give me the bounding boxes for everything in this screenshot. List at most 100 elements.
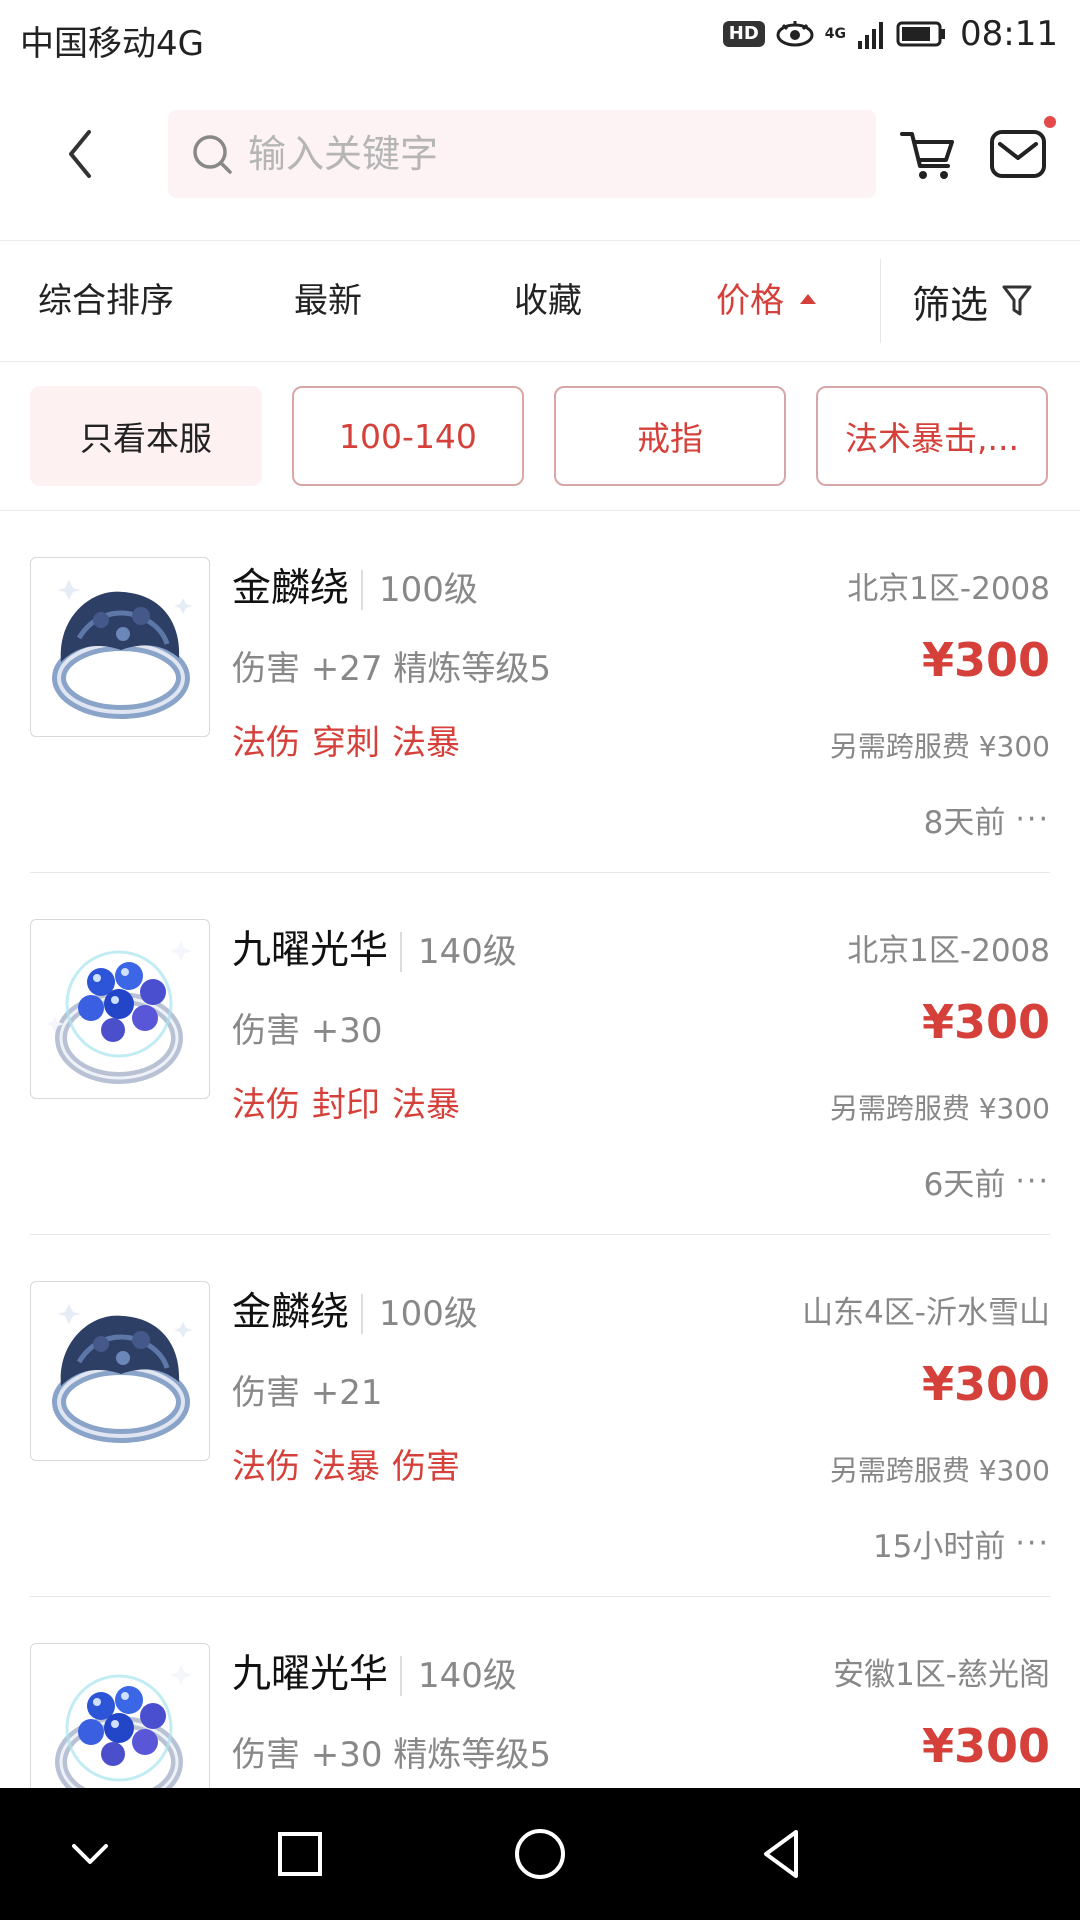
item-level: 100级 — [361, 570, 478, 610]
item-level: 140级 — [400, 932, 517, 972]
item-stats: 伤害 +30 精炼等级5 — [232, 1735, 551, 1775]
back-button[interactable] — [50, 124, 110, 184]
sort-bar: 综合排序 最新 收藏 价格 筛选 — [0, 241, 1080, 362]
circle-icon — [515, 1829, 565, 1879]
item-stats: 伤害 +21 — [232, 1373, 383, 1413]
item-tag: 法伤 — [232, 723, 300, 763]
signal-icon — [858, 22, 884, 49]
search-icon — [193, 135, 232, 174]
item-server: 山东4区-沂水雪山 — [802, 1295, 1050, 1331]
item-cross-server-fee: 另需跨服费 ¥300 — [829, 730, 1050, 763]
list-item[interactable]: 金麟绕 100级 伤害 +21 法伤 法暴 伤害 山东4区-沂水雪山 ¥300 另需跨… — [0, 1235, 1080, 1597]
item-cross-server-fee: 另需跨服费 ¥300 — [829, 1092, 1050, 1125]
item-tags: 法伤 穿刺 法暴 — [232, 715, 472, 764]
chip-ring[interactable]: 戒指 — [554, 386, 786, 486]
battery-icon — [896, 21, 946, 47]
eye-icon — [776, 21, 814, 47]
chip-spell-crit[interactable]: 法术暴击,... — [816, 386, 1048, 486]
item-price: ¥300 — [921, 1357, 1050, 1411]
message-button[interactable] — [988, 116, 1056, 184]
item-thumbnail — [30, 919, 210, 1099]
item-cross-server-fee: 另需跨服费 ¥300 — [829, 1454, 1050, 1487]
item-tag: 穿刺 — [312, 723, 380, 763]
item-thumbnail — [30, 1281, 210, 1461]
item-level: 100级 — [361, 1294, 478, 1334]
chevron-left-icon — [69, 130, 91, 178]
tab-comprehensive-sort[interactable]: 综合排序 — [38, 241, 174, 361]
item-time-row: 15小时前 ··· — [873, 1521, 1050, 1566]
more-icon[interactable]: ··· — [1015, 802, 1050, 837]
item-price: ¥300 — [921, 1719, 1050, 1773]
status-icons: HD 4G 08:11 — [722, 14, 1058, 54]
item-stats: 伤害 +30 — [232, 1011, 383, 1051]
nav-hide-button[interactable] — [60, 1824, 120, 1884]
item-title: 九曜光华 140级 — [232, 919, 517, 975]
item-name: 金麟绕 — [232, 566, 350, 611]
item-server: 安徽1区-慈光阁 — [833, 1657, 1050, 1693]
quick-filter-bar: 只看本服 100-140 戒指 法术暴击,... — [0, 362, 1080, 511]
search-box[interactable] — [168, 110, 876, 198]
item-name: 九曜光华 — [232, 1652, 389, 1697]
item-tag: 法伤 — [232, 1447, 300, 1487]
more-icon[interactable]: ··· — [1015, 1164, 1050, 1199]
status-bar: 中国移动4G HD 4G 08:11 — [0, 0, 1080, 76]
item-tag: 法暴 — [312, 1447, 380, 1487]
notification-dot — [1044, 116, 1056, 128]
item-tag: 法伤 — [232, 1085, 300, 1125]
triangle-back-icon — [764, 1830, 798, 1878]
item-server: 北京1区-2008 — [847, 571, 1050, 607]
item-time-row: 8天前 ··· — [924, 797, 1050, 842]
blue-gem-ring-icon — [55, 1664, 192, 1788]
chip-only-this-server[interactable]: 只看本服 — [30, 386, 262, 486]
filter-label: 筛选 — [912, 282, 989, 327]
system-nav-bar — [0, 1788, 1080, 1920]
item-tag: 封印 — [312, 1085, 380, 1125]
list-item[interactable]: 九曜光华 140级 伤害 +30 法伤 封印 法暴 北京1区-2008 ¥300 另需… — [0, 873, 1080, 1235]
nav-recents-button[interactable] — [270, 1824, 330, 1884]
tab-favorites[interactable]: 收藏 — [514, 241, 582, 361]
divider — [880, 259, 881, 343]
list-item[interactable]: 金麟绕 100级 伤害 +27 精炼等级5 法伤 穿刺 法暴 北京1区-2008 ¥3… — [0, 511, 1080, 873]
item-price: ¥300 — [921, 995, 1050, 1049]
item-posted-time: 8天前 — [923, 805, 1006, 841]
nav-back-button[interactable] — [752, 1824, 812, 1884]
dark-ring-icon — [52, 580, 192, 719]
nav-home-button[interactable] — [510, 1824, 570, 1884]
item-name: 金麟绕 — [232, 1290, 350, 1335]
item-posted-time: 15小时前 — [872, 1529, 1006, 1565]
dark-ring-icon — [52, 1304, 192, 1443]
more-icon[interactable]: ··· — [1015, 1526, 1050, 1561]
item-thumbnail — [30, 1643, 210, 1788]
blue-gem-ring-icon — [46, 940, 192, 1084]
item-time-row: 6天前 ··· — [924, 1159, 1050, 1204]
item-title: 金麟绕 100级 — [232, 557, 478, 613]
item-price: ¥300 — [921, 633, 1050, 687]
tab-newest[interactable]: 最新 — [294, 241, 362, 361]
item-name: 九曜光华 — [232, 928, 389, 973]
tab-price[interactable]: 价格 — [716, 241, 816, 361]
chevron-down-icon — [72, 1844, 108, 1864]
filter-button[interactable]: 筛选 — [912, 241, 1032, 361]
funnel-icon — [1002, 285, 1032, 316]
item-tag: 伤害 — [392, 1447, 460, 1487]
item-title: 九曜光华 140级 — [232, 1643, 517, 1699]
cart-icon — [900, 132, 954, 179]
item-thumbnail — [30, 557, 210, 737]
cart-button[interactable] — [898, 124, 958, 184]
item-level: 140级 — [400, 1656, 517, 1696]
search-input[interactable] — [246, 131, 850, 177]
item-server: 北京1区-2008 — [847, 933, 1050, 969]
chip-level-range[interactable]: 100-140 — [292, 386, 524, 486]
mail-icon — [990, 130, 1046, 178]
item-list: 金麟绕 100级 伤害 +27 精炼等级5 法伤 穿刺 法暴 北京1区-2008 ¥3… — [0, 511, 1080, 1788]
square-icon — [278, 1832, 322, 1876]
item-stats: 伤害 +27 精炼等级5 — [232, 649, 551, 689]
hd-badge: HD — [722, 21, 765, 47]
list-item[interactable]: 九曜光华 140级 伤害 +30 精炼等级5 安徽1区-慈光阁 ¥300 — [0, 1597, 1080, 1788]
tab-price-label: 价格 — [716, 281, 784, 321]
item-tags: 法伤 法暴 伤害 — [232, 1439, 472, 1488]
item-posted-time: 6天前 — [923, 1167, 1006, 1203]
item-title: 金麟绕 100级 — [232, 1281, 478, 1337]
item-tags: 法伤 封印 法暴 — [232, 1077, 472, 1126]
header — [0, 76, 1080, 241]
